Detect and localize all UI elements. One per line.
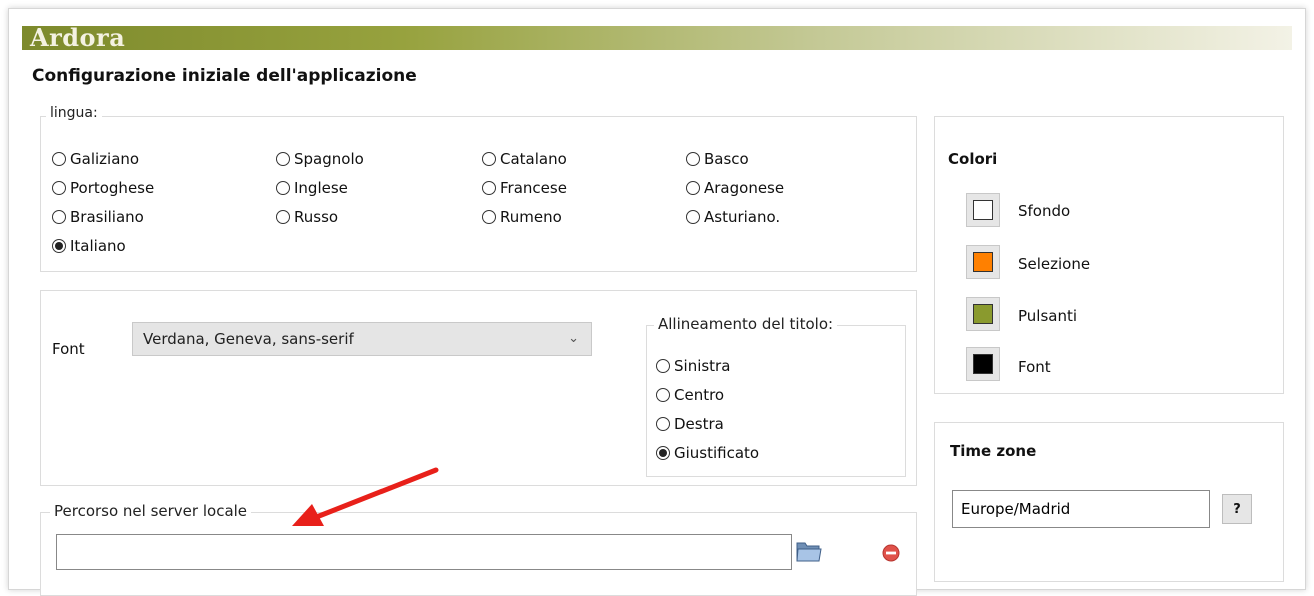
color-buttons-label: Pulsanti — [1018, 307, 1078, 325]
font-label: Font — [52, 340, 85, 358]
color-swatch — [973, 252, 993, 272]
radio-label: Centro — [674, 386, 725, 404]
font-select-value: Verdana, Geneva, sans-serif — [143, 330, 354, 348]
local-path-input[interactable] — [56, 534, 792, 570]
radio-russo[interactable]: Russo — [276, 208, 338, 226]
radio-button-icon — [482, 210, 496, 224]
title-alignment-legend: Allineamento del titolo: — [654, 315, 838, 333]
color-swatch — [973, 304, 993, 324]
radio-giustificato[interactable]: Giustificato — [656, 444, 759, 462]
radio-button-icon — [276, 152, 290, 166]
radio-centro[interactable]: Centro — [656, 386, 724, 404]
remove-minus-icon[interactable] — [882, 544, 900, 562]
color-buttons-button[interactable] — [966, 297, 1000, 331]
radio-label: Spagnolo — [294, 150, 364, 168]
radio-label: Rumeno — [500, 208, 562, 226]
radio-label: Italiano — [70, 237, 126, 255]
radio-label: Galiziano — [70, 150, 140, 168]
radio-button-icon — [686, 181, 700, 195]
colors-title: Colori — [948, 150, 998, 168]
radio-francese[interactable]: Francese — [482, 179, 567, 197]
radio-rumeno[interactable]: Rumeno — [482, 208, 562, 226]
radio-italiano[interactable]: Italiano — [52, 237, 126, 255]
color-font-label: Font — [1018, 358, 1051, 376]
radio-galiziano[interactable]: Galiziano — [52, 150, 139, 168]
radio-label: Russo — [294, 208, 339, 226]
radio-button-icon — [276, 210, 290, 224]
radio-inglese[interactable]: Inglese — [276, 179, 348, 197]
radio-label: Francese — [500, 179, 567, 197]
radio-button-icon — [656, 388, 670, 402]
radio-label: Basco — [704, 150, 749, 168]
language-group — [40, 116, 917, 272]
radio-button-icon — [276, 181, 290, 195]
radio-button-checked-icon — [656, 446, 670, 460]
radio-label: Sinistra — [674, 357, 731, 375]
color-background-label: Sfondo — [1018, 202, 1071, 220]
radio-basco[interactable]: Basco — [686, 150, 749, 168]
color-selection-button[interactable] — [966, 245, 1000, 279]
radio-label: Inglese — [294, 179, 348, 197]
red-arrow-icon — [292, 467, 439, 526]
radio-sinistra[interactable]: Sinistra — [656, 357, 730, 375]
page-title: Configurazione iniziale dell'applicazion… — [32, 66, 417, 86]
radio-label: Aragonese — [704, 179, 785, 197]
radio-button-checked-icon — [52, 239, 66, 253]
radio-button-icon — [482, 181, 496, 195]
radio-catalano[interactable]: Catalano — [482, 150, 567, 168]
radio-label: Giustificato — [674, 444, 760, 462]
radio-label: Brasiliano — [70, 208, 144, 226]
radio-destra[interactable]: Destra — [656, 415, 724, 433]
radio-button-icon — [656, 417, 670, 431]
color-swatch — [973, 354, 993, 374]
brand-bar: Ardora — [22, 23, 1292, 52]
color-font-button[interactable] — [966, 347, 1000, 381]
radio-button-icon — [686, 152, 700, 166]
radio-label: Asturiano. — [704, 208, 781, 226]
brand-logo: Ardora — [30, 23, 126, 52]
radio-label: Destra — [674, 415, 724, 433]
color-background-button[interactable] — [966, 193, 1000, 227]
radio-button-icon — [52, 152, 66, 166]
local-path-legend: Percorso nel server locale — [50, 502, 252, 520]
radio-portoghese[interactable]: Portoghese — [52, 179, 154, 197]
radio-button-icon — [482, 152, 496, 166]
radio-button-icon — [52, 181, 66, 195]
radio-button-icon — [686, 210, 700, 224]
radio-button-icon — [656, 359, 670, 373]
color-selection-label: Selezione — [1018, 255, 1091, 273]
radio-label: Portoghese — [70, 179, 155, 197]
font-select[interactable]: Verdana, Geneva, sans-serif ⌄ — [132, 322, 592, 356]
chevron-down-icon: ⌄ — [568, 331, 579, 346]
radio-asturiano[interactable]: Asturiano. — [686, 208, 780, 226]
radio-aragonese[interactable]: Aragonese — [686, 179, 784, 197]
timezone-help-button[interactable]: ? — [1222, 494, 1252, 524]
folder-open-icon[interactable] — [795, 537, 823, 565]
radio-brasiliano[interactable]: Brasiliano — [52, 208, 144, 226]
language-legend: lingua: — [46, 105, 102, 121]
radio-spagnolo[interactable]: Spagnolo — [276, 150, 364, 168]
radio-button-icon — [52, 210, 66, 224]
radio-label: Catalano — [500, 150, 567, 168]
timezone-input[interactable] — [952, 490, 1210, 528]
timezone-title: Time zone — [950, 442, 1037, 460]
color-swatch — [973, 200, 993, 220]
